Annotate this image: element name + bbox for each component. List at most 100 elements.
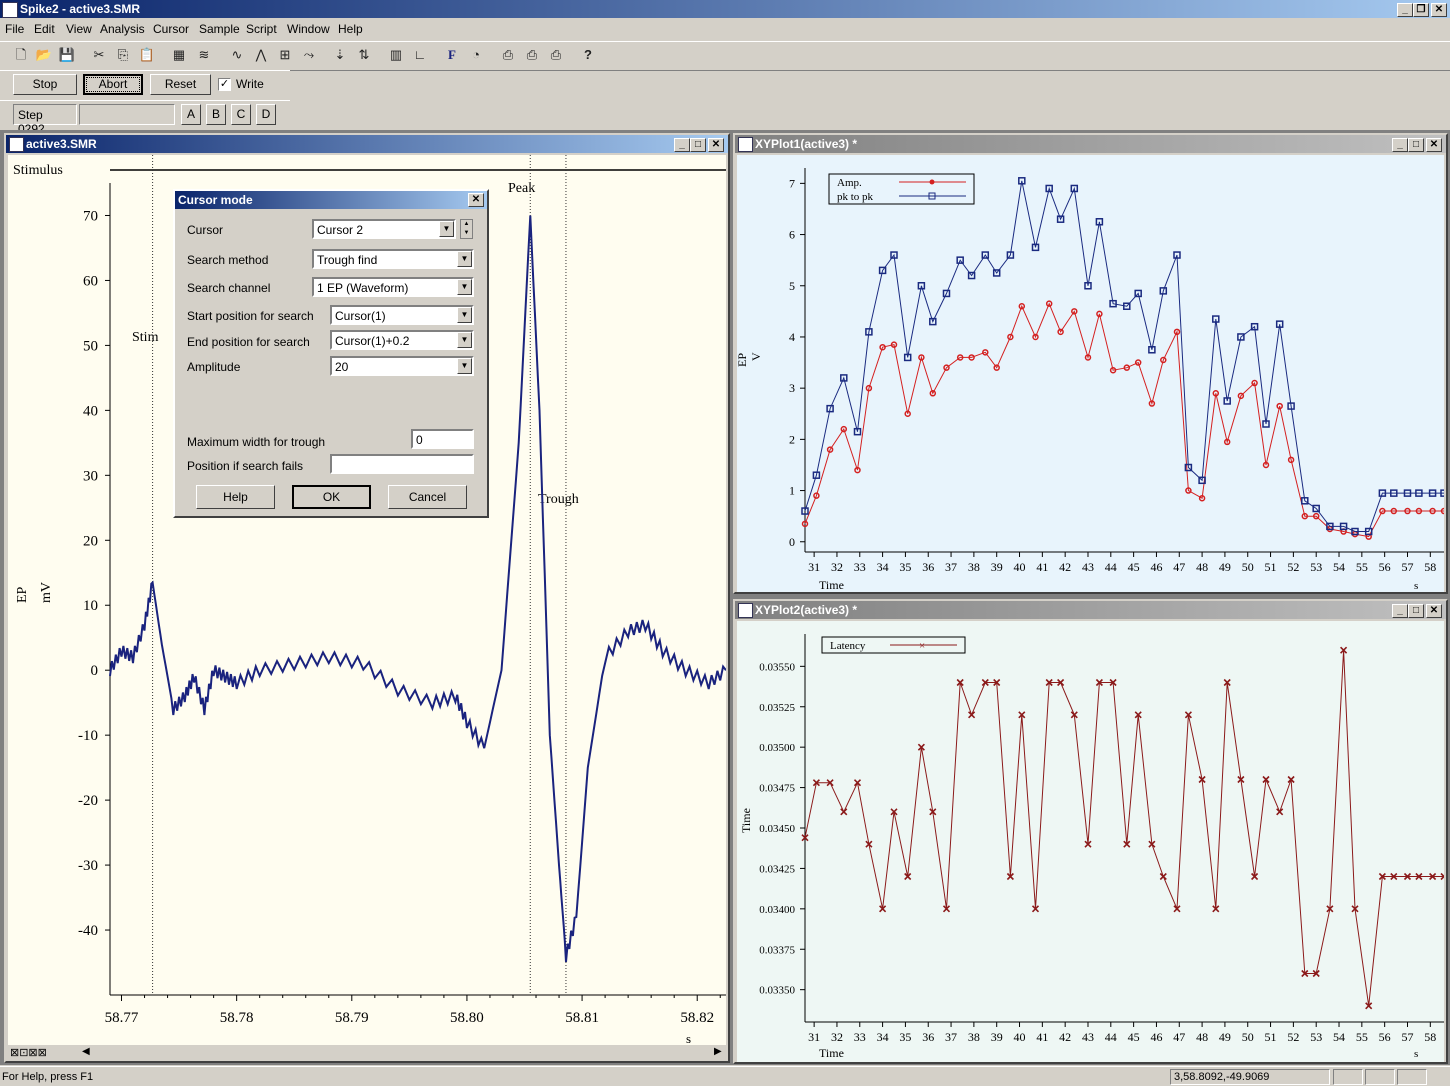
main-toolbar: [0, 41, 1450, 71]
close-icon[interactable]: ✕: [1431, 3, 1447, 17]
menu-help[interactable]: Help: [338, 22, 363, 36]
cursor-pair-icon[interactable]: ⇅: [355, 46, 373, 64]
menu-bar: File Edit View Analysis Cursor Sample Sc…: [0, 19, 1450, 39]
stop-button[interactable]: Stop: [13, 74, 77, 95]
app-icon: [2, 2, 18, 18]
open-folder-icon[interactable]: 📂: [35, 46, 53, 64]
xyplot2-chart[interactable]: Time Time s 0.03550 0.03525 0.03500 0.03475…: [737, 621, 1444, 1062]
font-icon[interactable]: F: [443, 46, 461, 64]
abort-button[interactable]: Abort: [83, 74, 143, 95]
horizontal-scrollbar[interactable]: ⊠⊡⊠⊠ ◀ ▶: [8, 1045, 726, 1061]
close-icon[interactable]: ✕: [708, 138, 724, 152]
amplitude-select[interactable]: 20 ▼: [330, 356, 474, 376]
close-icon[interactable]: ✕: [468, 193, 484, 207]
xyplot1-window: XYPlot1(active3) * _ □ ✕ EP V Time s 0 1 2…: [733, 133, 1448, 594]
help-button[interactable]: Help: [196, 485, 275, 509]
print-setup-icon[interactable]: ⎙: [547, 46, 565, 64]
search-channel-select[interactable]: 1 EP (Waveform) ▼: [312, 277, 474, 297]
dialog-title-bar: Cursor mode ✕: [175, 191, 487, 209]
x-tick-label: 56: [1379, 1030, 1391, 1044]
y-tick-label: 4: [789, 330, 795, 344]
minimize-icon[interactable]: _: [1392, 604, 1408, 618]
new-file-icon[interactable]: 🗋: [12, 46, 30, 64]
ok-button[interactable]: OK: [292, 485, 371, 509]
d-button[interactable]: D: [256, 104, 276, 125]
print-icon[interactable]: ⎙: [499, 46, 517, 64]
cancel-button[interactable]: Cancel: [388, 485, 467, 509]
chevron-down-icon[interactable]: ▼: [439, 221, 454, 237]
cursor-spinner[interactable]: ▲ ▼: [460, 219, 473, 239]
help-icon[interactable]: ?: [579, 46, 597, 64]
menu-cursor[interactable]: Cursor: [153, 22, 189, 36]
x-tick-label: 37: [945, 1030, 957, 1044]
close-icon[interactable]: ✕: [1426, 604, 1442, 618]
maximize-icon[interactable]: □: [1408, 604, 1424, 618]
maximize-icon[interactable]: □: [1408, 138, 1424, 152]
waveform-x-icon[interactable]: ⤳: [300, 46, 318, 64]
search-method-select[interactable]: Trough find ▼: [312, 249, 474, 269]
xyplot2-window: XYPlot2(active3) * _ □ ✕ Time Time s 0.0…: [733, 599, 1448, 1064]
x-tick-label: 31: [808, 560, 820, 574]
spikes-icon[interactable]: ⋀: [252, 46, 270, 64]
xyplot1-chart[interactable]: EP V Time s 0123456731 32 33 34 35 36 37 38 39 40…: [737, 155, 1444, 592]
close-icon[interactable]: ✕: [1426, 138, 1442, 152]
chevron-down-icon[interactable]: ▼: [457, 251, 472, 267]
b-button[interactable]: B: [206, 104, 226, 125]
legend-latency-marker: ×: [919, 640, 925, 652]
copy-icon[interactable]: ⎘: [114, 46, 132, 64]
x-tick-label: 58.77: [105, 1010, 139, 1026]
calendar-icon[interactable]: ▦: [170, 46, 188, 64]
chevron-down-icon[interactable]: ▼: [457, 307, 472, 323]
cursor-down-icon[interactable]: ⇣: [331, 46, 349, 64]
channel-icon[interactable]: ≋: [195, 46, 213, 64]
cut-icon[interactable]: ✂: [90, 46, 108, 64]
a-button[interactable]: A: [181, 104, 201, 125]
xy-plot-icon[interactable]: ∟: [411, 46, 429, 64]
chevron-down-icon[interactable]: ▼: [457, 358, 472, 374]
end-position-select[interactable]: Cursor(1)+0.2 ▼: [330, 330, 474, 350]
menu-analysis[interactable]: Analysis: [100, 22, 145, 36]
y-axis-label: Time: [739, 808, 753, 833]
view-tools-icon[interactable]: ⊠⊡⊠⊠: [10, 1046, 47, 1059]
menu-sample[interactable]: Sample: [199, 22, 240, 36]
histogram-icon[interactable]: ▥: [387, 46, 405, 64]
cursor-select[interactable]: Cursor 2 ▼: [312, 219, 456, 239]
menu-view[interactable]: View: [66, 22, 92, 36]
menu-script[interactable]: Script: [246, 22, 277, 36]
scroll-right-icon[interactable]: ▶: [714, 1046, 722, 1057]
palette-icon[interactable]: ◔: [467, 46, 485, 64]
start-position-select[interactable]: Cursor(1) ▼: [330, 305, 474, 325]
y-tick-label: -20: [78, 793, 98, 809]
scroll-left-icon[interactable]: ◀: [82, 1046, 90, 1057]
cursor-mode-dialog: Cursor mode ✕ Cursor Cursor 2 ▼ ▲ ▼ Search…: [173, 189, 489, 518]
print-preview-icon[interactable]: ⎙: [523, 46, 541, 64]
minimize-icon[interactable]: _: [674, 138, 690, 152]
restore-icon[interactable]: ❐: [1413, 3, 1429, 17]
save-icon[interactable]: 💾: [58, 46, 76, 64]
menu-file[interactable]: File: [5, 22, 24, 36]
amplitude-value: 20: [335, 360, 349, 374]
y-tick-label: 0: [91, 663, 99, 679]
minimize-icon[interactable]: _: [1392, 138, 1408, 152]
menu-edit[interactable]: Edit: [34, 22, 55, 36]
y-tick-label: 60: [83, 273, 98, 289]
write-checkbox[interactable]: ✓: [218, 78, 231, 91]
x-tick-label: 54: [1333, 560, 1345, 574]
grid-icon[interactable]: ⊞: [276, 46, 294, 64]
waveform-icon[interactable]: ∿: [228, 46, 246, 64]
chevron-down-icon[interactable]: ▼: [457, 279, 472, 295]
paste-icon[interactable]: 📋: [138, 46, 156, 64]
x-tick-label: 35: [899, 560, 911, 574]
chevron-down-icon[interactable]: ▼: [457, 332, 472, 348]
y-tick-label: 0.03475: [759, 783, 795, 795]
fail-position-input[interactable]: [330, 454, 474, 474]
reset-button[interactable]: Reset: [150, 74, 211, 95]
dialog-title: Cursor mode: [178, 193, 253, 207]
max-width-input[interactable]: 0: [411, 429, 474, 449]
minimize-icon[interactable]: _: [1397, 3, 1413, 17]
maximize-icon[interactable]: □: [690, 138, 706, 152]
menu-window[interactable]: Window: [287, 22, 330, 36]
step-text-field[interactable]: [79, 104, 175, 125]
c-button[interactable]: C: [231, 104, 251, 125]
fail-position-label: Position if search fails: [187, 459, 304, 473]
